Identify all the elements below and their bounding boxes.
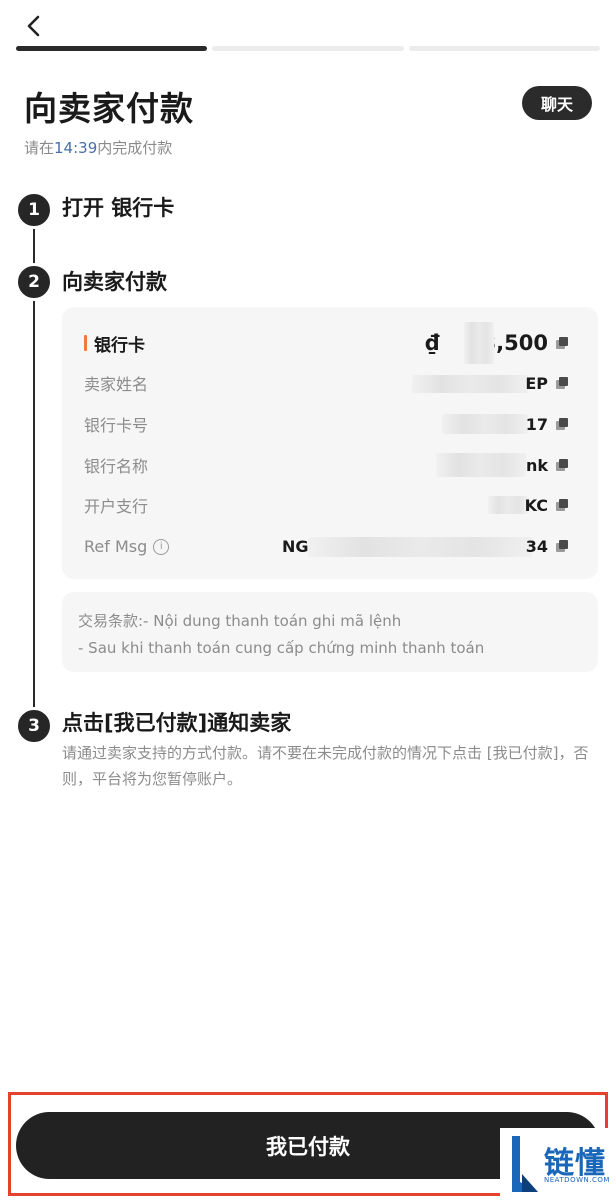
- branch-label: 开户支行: [84, 497, 149, 516]
- copy-amount-icon[interactable]: [556, 337, 568, 349]
- trade-terms-box: 交易条款:- Nội dung thanh toán ghi mã lệnh -…: [62, 592, 598, 672]
- copy-branch-icon[interactable]: [556, 499, 568, 511]
- watermark: 链懂 NEATDOWN.COM: [500, 1128, 616, 1200]
- card-number-row: 银行卡号 17: [62, 409, 598, 439]
- chat-button[interactable]: 聊天: [522, 86, 592, 120]
- bank-name-row: 银行名称 nk: [62, 450, 598, 480]
- card-number-value[interactable]: 17: [526, 415, 548, 434]
- payment-method-row: 银行卡 ₫ 3,500: [62, 322, 598, 364]
- payment-details-card: 银行卡 ₫ 3,500 卖家姓名 EP 银行卡号 17 银行名称 nk 开户支行 …: [62, 307, 598, 579]
- step-3-number: 3: [15, 707, 53, 745]
- bank-name-value[interactable]: nk: [526, 456, 548, 475]
- progress-segment-3: [408, 46, 600, 51]
- step-3-title: 点击[我已付款]通知卖家: [62, 711, 292, 735]
- page-title: 向卖家付款: [24, 89, 194, 128]
- ref-msg-prefix: NG: [282, 536, 309, 556]
- redaction-blur: [412, 375, 528, 393]
- watermark-subtext: NEATDOWN.COM: [544, 1176, 610, 1184]
- terms-line-1: 交易条款:- Nội dung thanh toán ghi mã lệnh: [78, 612, 402, 630]
- copy-ref-msg-icon[interactable]: [556, 540, 568, 552]
- ref-msg-value[interactable]: 34: [526, 537, 548, 556]
- card-number-label: 银行卡号: [84, 416, 149, 435]
- progress-segment-2: [212, 46, 404, 51]
- back-arrow-icon[interactable]: [20, 12, 48, 40]
- step-3-description: 请通过卖家支持的方式付款。请不要在未完成付款的情况下点击 [我已付款]，否则，平…: [62, 744, 589, 788]
- seller-name-row: 卖家姓名 EP: [62, 368, 598, 398]
- accent-bar: [84, 335, 87, 351]
- seller-name-value[interactable]: EP: [525, 374, 548, 393]
- branch-row: 开户支行 KC: [62, 490, 598, 520]
- copy-bank-name-icon[interactable]: [556, 459, 568, 471]
- payment-method-label: 银行卡: [94, 335, 145, 356]
- copy-card-number-icon[interactable]: [556, 418, 568, 430]
- countdown-prefix: 请在: [24, 139, 55, 157]
- step-1-title: 打开 银行卡: [62, 196, 175, 220]
- step-2-title: 向卖家付款: [62, 270, 167, 294]
- bank-name-label: 银行名称: [84, 457, 149, 476]
- progress-segment-1: [16, 46, 208, 51]
- redaction-blur: [436, 453, 526, 477]
- payment-countdown: 请在14:39内完成付款: [24, 137, 172, 158]
- redaction-blur: [308, 537, 532, 557]
- redaction-blur: [442, 414, 528, 434]
- seller-name-label: 卖家姓名: [84, 375, 149, 394]
- redaction-blur: [464, 322, 494, 364]
- step-1-number: 1: [15, 191, 53, 229]
- countdown-time: 14:39: [54, 139, 98, 157]
- info-icon[interactable]: i: [153, 539, 170, 555]
- ref-msg-row: Ref Msg i NG 34: [62, 531, 598, 561]
- ref-msg-label-text: Ref Msg: [84, 536, 148, 556]
- countdown-suffix: 内完成付款: [97, 139, 173, 157]
- step-progress-bar: [16, 46, 600, 51]
- watermark-logo-icon: [512, 1136, 538, 1192]
- branch-value[interactable]: KC: [525, 496, 548, 515]
- ref-msg-label: Ref Msg i: [84, 536, 170, 556]
- top-bar: [0, 0, 616, 52]
- copy-seller-name-icon[interactable]: [556, 377, 568, 389]
- terms-line-2: - Sau khi thanh toán cung cấp chứng minh…: [78, 639, 485, 657]
- redaction-blur: [488, 496, 528, 514]
- step-2-number: 2: [15, 263, 53, 301]
- amount-prefix: ₫: [424, 331, 440, 355]
